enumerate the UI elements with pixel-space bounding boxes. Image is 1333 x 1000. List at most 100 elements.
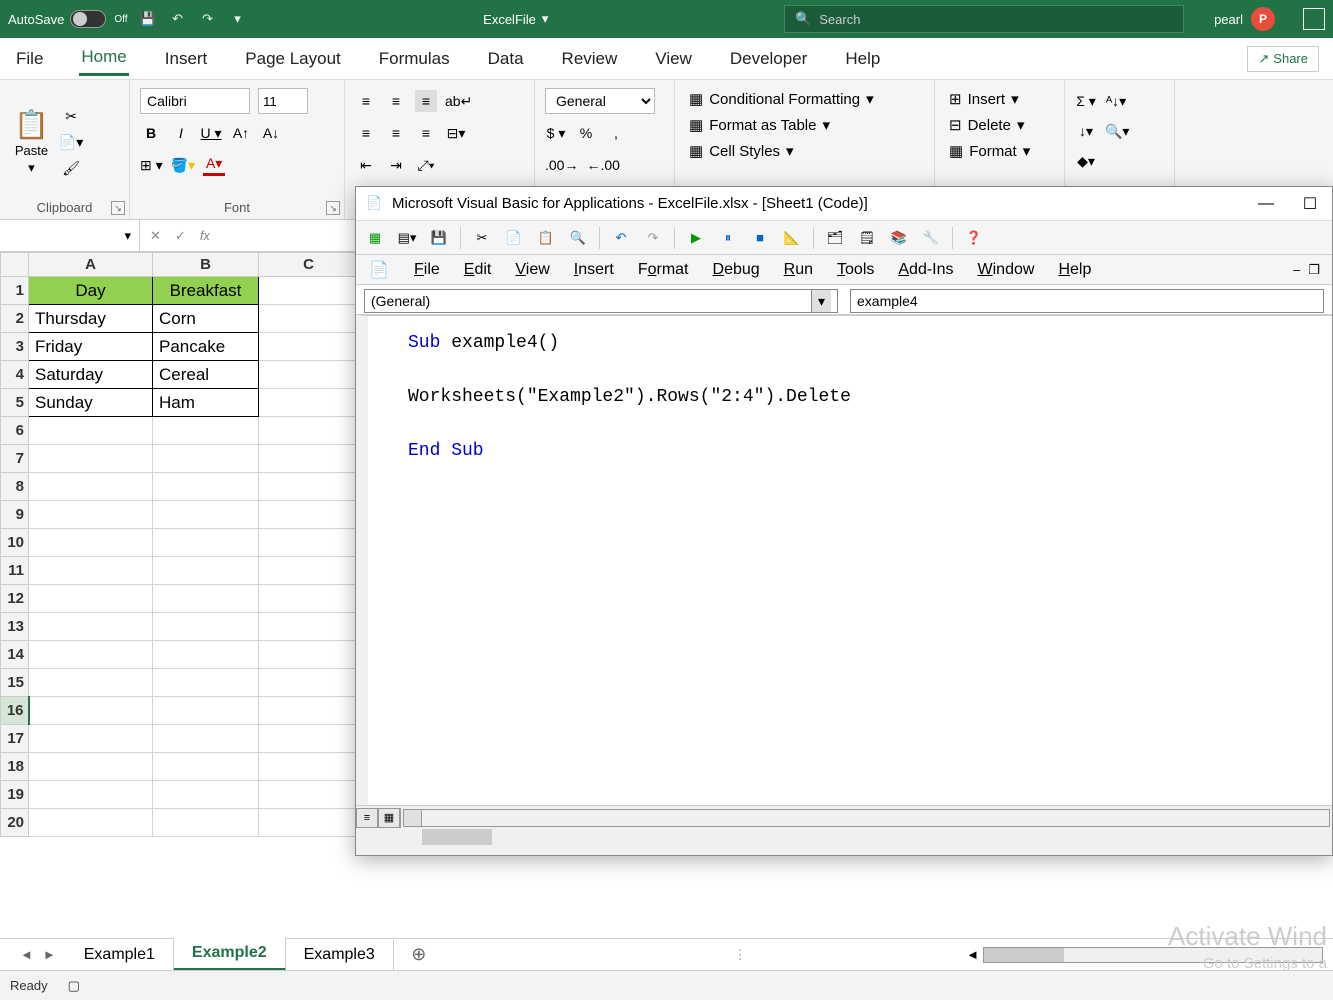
vba-object-browser-icon[interactable]: 📚 [888, 227, 910, 249]
tab-formulas[interactable]: Formulas [377, 43, 452, 75]
cell-A7[interactable] [29, 445, 153, 473]
cell-C7[interactable] [259, 445, 359, 473]
vba-code-editor[interactable]: Sub example4() Worksheets("Example2").Ro… [356, 315, 1332, 805]
align-right-icon[interactable]: ≡ [415, 122, 437, 144]
vba-run-icon[interactable]: ▶ [685, 227, 707, 249]
vba-design-icon[interactable]: 📐 [781, 227, 803, 249]
autosum-icon[interactable]: Σ ▾ [1075, 90, 1097, 112]
vba-maximize-icon[interactable]: ☐ [1298, 192, 1322, 216]
vba-module-icon[interactable]: 📄 [368, 259, 390, 281]
cell-C5[interactable] [259, 389, 359, 417]
sheet-prev-icon[interactable]: ◄ [20, 947, 33, 962]
cell-C14[interactable] [259, 641, 359, 669]
vba-proc-view-icon[interactable]: ≡ [356, 808, 378, 828]
cell-A10[interactable] [29, 529, 153, 557]
increase-decimal-icon[interactable]: .00→ [545, 154, 578, 176]
row-header-6[interactable]: 6 [1, 417, 29, 445]
macro-record-icon[interactable]: ▢ [68, 978, 80, 994]
redo-icon[interactable]: ↷ [198, 9, 218, 29]
vba-menu-file[interactable]: File [414, 261, 440, 279]
sheet-nav[interactable]: ◄ ► [10, 947, 66, 962]
cell-A1[interactable]: Day [29, 277, 153, 305]
vba-menu-debug[interactable]: Debug [713, 261, 760, 279]
cell-A5[interactable]: Sunday [29, 389, 153, 417]
autosave-toggle[interactable] [70, 10, 106, 28]
cell-A14[interactable] [29, 641, 153, 669]
cell-A13[interactable] [29, 613, 153, 641]
vba-hscroll-thumb[interactable] [422, 829, 492, 845]
cell-B4[interactable]: Cereal [153, 361, 259, 389]
vba-toolbox-icon[interactable]: 🔧 [920, 227, 942, 249]
copy-icon[interactable]: 📄▾ [59, 131, 83, 153]
scroll-track[interactable] [983, 947, 1323, 963]
row-header-4[interactable]: 4 [1, 361, 29, 389]
user-area[interactable]: pearl P [1214, 7, 1275, 31]
wrap-text-icon[interactable]: ab↵ [445, 90, 472, 112]
borders-icon[interactable]: ⊞ ▾ [140, 154, 163, 176]
row-header-2[interactable]: 2 [1, 305, 29, 333]
cell-B16[interactable] [153, 697, 259, 725]
tab-page-layout[interactable]: Page Layout [243, 43, 342, 75]
clipboard-launcher[interactable]: ↘ [111, 201, 125, 215]
cell-B1[interactable]: Breakfast [153, 277, 259, 305]
name-box[interactable]: ▾ [0, 220, 140, 251]
cell-B15[interactable] [153, 669, 259, 697]
share-button[interactable]: ↗ Share [1247, 46, 1319, 72]
row-header-8[interactable]: 8 [1, 473, 29, 501]
vba-stop-icon[interactable]: ■ [749, 227, 771, 249]
clear-icon[interactable]: ◆▾ [1075, 150, 1097, 172]
row-header-15[interactable]: 15 [1, 669, 29, 697]
cell-B17[interactable] [153, 725, 259, 753]
format-as-table-button[interactable]: ▦Format as Table ▾ [685, 114, 924, 136]
comma-icon[interactable]: , [605, 122, 627, 144]
cell-C10[interactable] [259, 529, 359, 557]
undo-icon[interactable]: ↶ [168, 9, 188, 29]
cell-B14[interactable] [153, 641, 259, 669]
vba-mdi-restore-icon[interactable]: ❐ [1308, 262, 1320, 278]
tab-view[interactable]: View [653, 43, 694, 75]
vba-proc-select[interactable]: example4 [850, 289, 1324, 313]
row-header-3[interactable]: 3 [1, 333, 29, 361]
cell-C4[interactable] [259, 361, 359, 389]
conditional-formatting-button[interactable]: ▦Conditional Formatting ▾ [685, 88, 924, 110]
cell-B7[interactable] [153, 445, 259, 473]
align-center-icon[interactable]: ≡ [385, 122, 407, 144]
vba-save-icon[interactable]: 💾 [428, 227, 450, 249]
number-format-select[interactable]: General [545, 88, 655, 114]
cell-styles-button[interactable]: ▦Cell Styles ▾ [685, 140, 924, 162]
cell-B9[interactable] [153, 501, 259, 529]
align-middle-icon[interactable]: ≡ [385, 90, 407, 112]
vba-find-icon[interactable]: 🔍 [567, 227, 589, 249]
cell-A11[interactable] [29, 557, 153, 585]
cell-C2[interactable] [259, 305, 359, 333]
row-header-14[interactable]: 14 [1, 641, 29, 669]
vba-undo-icon[interactable]: ↶ [610, 227, 632, 249]
align-left-icon[interactable]: ≡ [355, 122, 377, 144]
cell-A19[interactable] [29, 781, 153, 809]
row-header-19[interactable]: 19 [1, 781, 29, 809]
vba-menu-run[interactable]: Run [784, 261, 813, 279]
font-color-icon[interactable]: A▾ [203, 154, 225, 176]
vba-mdi-minimize-icon[interactable]: – [1293, 262, 1300, 278]
search-bar[interactable]: 🔍 Search [784, 5, 1184, 33]
cell-C1[interactable] [259, 277, 359, 305]
currency-icon[interactable]: $ ▾ [545, 122, 567, 144]
sort-filter-icon[interactable]: ᴬ↓▾ [1105, 90, 1127, 112]
decrease-indent-icon[interactable]: ⇤ [355, 154, 377, 176]
cell-C11[interactable] [259, 557, 359, 585]
cell-A12[interactable] [29, 585, 153, 613]
col-header-A[interactable]: A [29, 253, 153, 277]
insert-cells-button[interactable]: ⊞Insert ▾ [945, 88, 1054, 110]
col-header-C[interactable]: C [259, 253, 359, 277]
tab-home[interactable]: Home [79, 41, 128, 76]
vba-menu-view[interactable]: View [515, 261, 549, 279]
row-header-12[interactable]: 12 [1, 585, 29, 613]
fill-icon[interactable]: ↓▾ [1075, 120, 1097, 142]
vba-redo-icon[interactable]: ↷ [642, 227, 664, 249]
cell-B2[interactable]: Corn [153, 305, 259, 333]
vba-excel-icon[interactable]: ▦ [364, 227, 386, 249]
align-bottom-icon[interactable]: ≡ [415, 90, 437, 112]
cell-A3[interactable]: Friday [29, 333, 153, 361]
cell-C3[interactable] [259, 333, 359, 361]
decrease-font-icon[interactable]: A↓ [260, 122, 282, 144]
